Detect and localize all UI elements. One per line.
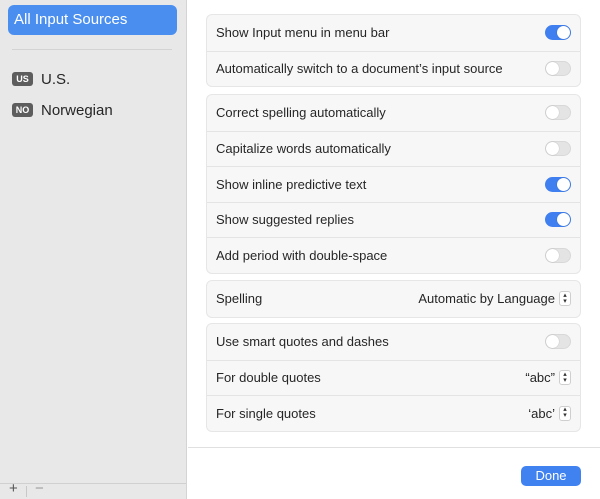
single-quotes-select[interactable]: ‘abc’ ▴ ▾	[528, 405, 571, 421]
capitalize-words-toggle[interactable]	[545, 141, 571, 157]
us-badge-icon: US	[12, 72, 33, 86]
toggle-knob	[557, 213, 570, 227]
quotes-group: Use smart quotes and dashes For double q…	[206, 323, 581, 432]
setting-label: Automatically switch to a document’s inp…	[216, 61, 503, 77]
done-button[interactable]: Done	[521, 466, 581, 486]
setting-label: For single quotes	[216, 405, 316, 421]
setting-row: Spelling Automatic by Language ▴ ▾	[207, 281, 580, 317]
sidebar-item-label: U.S.	[41, 70, 71, 88]
setting-row: Automatically switch to a document’s inp…	[207, 50, 580, 87]
spelling-language-select[interactable]: Automatic by Language ▴ ▾	[418, 291, 571, 307]
double-space-period-toggle[interactable]	[545, 247, 571, 263]
toggle-knob	[546, 335, 559, 349]
remove-source-button[interactable]: −	[35, 481, 44, 497]
footer-divider	[188, 447, 600, 448]
setting-label: Show Input menu in menu bar	[216, 25, 390, 41]
setting-row: Capitalize words automatically	[207, 130, 580, 167]
toggle-knob	[557, 26, 570, 40]
setting-row: Use smart quotes and dashes	[207, 324, 580, 360]
auto-switch-input-toggle[interactable]	[545, 61, 571, 77]
sidebar-item-norwegian[interactable]: NO Norwegian	[12, 99, 113, 121]
sidebar-item-us[interactable]: US U.S.	[12, 68, 70, 90]
chevron-up-down-icon: ▴ ▾	[559, 405, 571, 421]
correct-spelling-toggle[interactable]	[545, 105, 571, 121]
select-value: “abc”	[525, 370, 555, 386]
toggle-knob	[546, 62, 559, 76]
sidebar-item-label: Norwegian	[41, 101, 113, 119]
toggle-knob	[557, 177, 570, 191]
setting-row: For single quotes ‘abc’ ▴ ▾	[207, 395, 580, 431]
setting-row: Show Input menu in menu bar	[207, 15, 580, 51]
setting-label: Capitalize words automatically	[216, 141, 391, 157]
setting-row: Add period with double-space	[207, 237, 580, 273]
sidebar: All Input Sources US U.S. NO Norwegian +…	[0, 0, 187, 499]
sidebar-divider	[12, 49, 172, 50]
select-value: Automatic by Language	[418, 291, 555, 307]
show-input-menu-toggle[interactable]	[545, 25, 571, 41]
setting-label: Add period with double-space	[216, 247, 388, 263]
toggle-knob	[546, 106, 559, 120]
setting-label: Show inline predictive text	[216, 176, 367, 192]
chevron-up-down-icon: ▴ ▾	[559, 291, 571, 307]
input-menu-group: Show Input menu in menu bar Automaticall…	[206, 14, 581, 87]
sidebar-bottom-bar: + −	[0, 481, 186, 499]
setting-label: For double quotes	[216, 370, 321, 386]
sidebar-item-all-input-sources[interactable]: All Input Sources	[8, 5, 177, 35]
setting-row: For double quotes “abc” ▴ ▾	[207, 359, 580, 396]
setting-label: Spelling	[216, 291, 263, 307]
no-badge-icon: NO	[12, 103, 33, 117]
toggle-knob	[546, 142, 559, 156]
add-source-button[interactable]: +	[9, 481, 18, 497]
double-quotes-select[interactable]: “abc” ▴ ▾	[525, 370, 571, 386]
setting-label: Show suggested replies	[216, 212, 355, 228]
toggle-knob	[546, 248, 559, 262]
spelling-group: Spelling Automatic by Language ▴ ▾	[206, 280, 581, 318]
setting-row: Correct spelling automatically	[207, 95, 580, 131]
setting-label: Correct spelling automatically	[216, 105, 386, 121]
select-value: ‘abc’	[528, 405, 555, 421]
chevron-up-down-icon: ▴ ▾	[559, 370, 571, 386]
settings-panel: Show Input menu in menu bar Automaticall…	[188, 0, 600, 499]
inline-predictive-toggle[interactable]	[545, 176, 571, 192]
setting-row: Show inline predictive text	[207, 166, 580, 202]
setting-row: Show suggested replies	[207, 201, 580, 238]
setting-label: Use smart quotes and dashes	[216, 334, 389, 350]
divider	[26, 486, 27, 497]
smart-quotes-toggle[interactable]	[545, 334, 571, 350]
suggested-replies-toggle[interactable]	[545, 212, 571, 228]
text-correction-group: Correct spelling automatically Capitaliz…	[206, 94, 581, 274]
